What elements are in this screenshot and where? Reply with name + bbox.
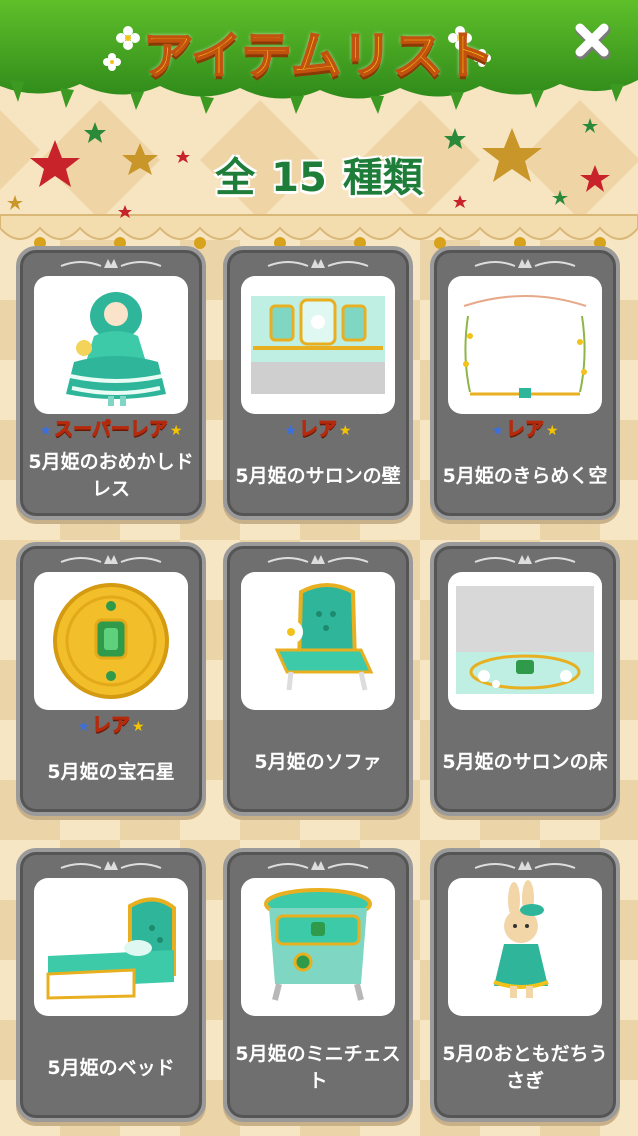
item-card[interactable]: ★ レア ★ 5月姫の宝石星 <box>16 542 206 816</box>
card-ornament <box>60 861 162 870</box>
item-image <box>34 276 188 414</box>
item-image <box>448 572 602 710</box>
rarity-label: スーパーレア <box>54 418 169 441</box>
item-card[interactable]: ★ レア ★ 5月姫のサロンの壁 <box>223 246 413 520</box>
item-name: 5月姫のサロンの壁 <box>235 464 401 487</box>
item-image <box>34 572 188 710</box>
item-card[interactable]: 5月姫のベッド <box>16 848 206 1122</box>
dress-icon <box>66 292 166 406</box>
item-image <box>448 878 602 1016</box>
item-card[interactable]: 5月のおともだちうさぎ <box>430 848 620 1122</box>
sky-frame-icon <box>463 295 587 398</box>
item-name: 5月姫のおめかしドレス <box>28 451 194 500</box>
item-image <box>448 276 602 414</box>
close-button[interactable] <box>572 20 612 60</box>
card-ornament <box>474 259 576 268</box>
item-name: 5月姫のソファ <box>254 750 382 773</box>
card-ornament <box>474 861 576 870</box>
card-ornament <box>267 555 369 564</box>
rarity-label: レア <box>505 418 544 441</box>
item-image <box>34 878 188 1016</box>
rarity-badge: ★ レア ★ <box>77 714 145 737</box>
chest-icon <box>264 888 372 1001</box>
header: アイテムリスト 全 15 種類 <box>0 0 638 250</box>
bed-icon <box>46 897 176 1000</box>
rarity-badge: ★ レア ★ <box>491 418 559 441</box>
item-card[interactable]: ★ スーパーレア ★ 5月姫のおめかしドレス <box>16 246 206 520</box>
item-name: 5月姫のサロンの床 <box>442 750 608 773</box>
rarity-badge: ★ レア ★ <box>284 418 352 441</box>
sofa-icon <box>274 583 374 691</box>
item-image <box>241 572 395 710</box>
count-number: 15 <box>271 155 327 201</box>
salon-wall-icon <box>251 296 385 394</box>
item-count: 全 15 種類 <box>0 145 638 203</box>
item-name: 5月姫の宝石星 <box>47 760 175 783</box>
rabbit-icon <box>493 880 549 998</box>
item-card[interactable]: 5月姫のミニチェスト <box>223 848 413 1122</box>
jewel-star-icon <box>53 583 169 699</box>
item-name: 5月姫のミニチェスト <box>235 1043 401 1092</box>
item-card[interactable]: 5月姫のソファ <box>223 542 413 816</box>
item-name: 5月姫のきらめく空 <box>442 464 608 487</box>
card-ornament <box>267 861 369 870</box>
salon-floor-icon <box>456 586 594 694</box>
item-card[interactable]: ★ レア ★ 5月姫のきらめく空 <box>430 246 620 520</box>
rarity-badge: ★ スーパーレア ★ <box>39 418 183 441</box>
rarity-label: レア <box>91 714 130 737</box>
card-ornament <box>60 555 162 564</box>
count-prefix: 全 <box>215 155 256 201</box>
item-card[interactable]: 5月姫のサロンの床 <box>430 542 620 816</box>
count-suffix: 種類 <box>342 155 423 201</box>
page-title: アイテムリスト <box>142 26 495 86</box>
item-name: 5月姫のベッド <box>47 1056 175 1079</box>
card-ornament <box>474 555 576 564</box>
card-ornament <box>60 259 162 268</box>
item-image <box>241 276 395 414</box>
card-ornament <box>267 259 369 268</box>
close-x-icon <box>575 23 611 60</box>
item-image <box>241 878 395 1016</box>
item-name: 5月のおともだちうさぎ <box>442 1043 608 1092</box>
rarity-label: レア <box>298 418 337 441</box>
